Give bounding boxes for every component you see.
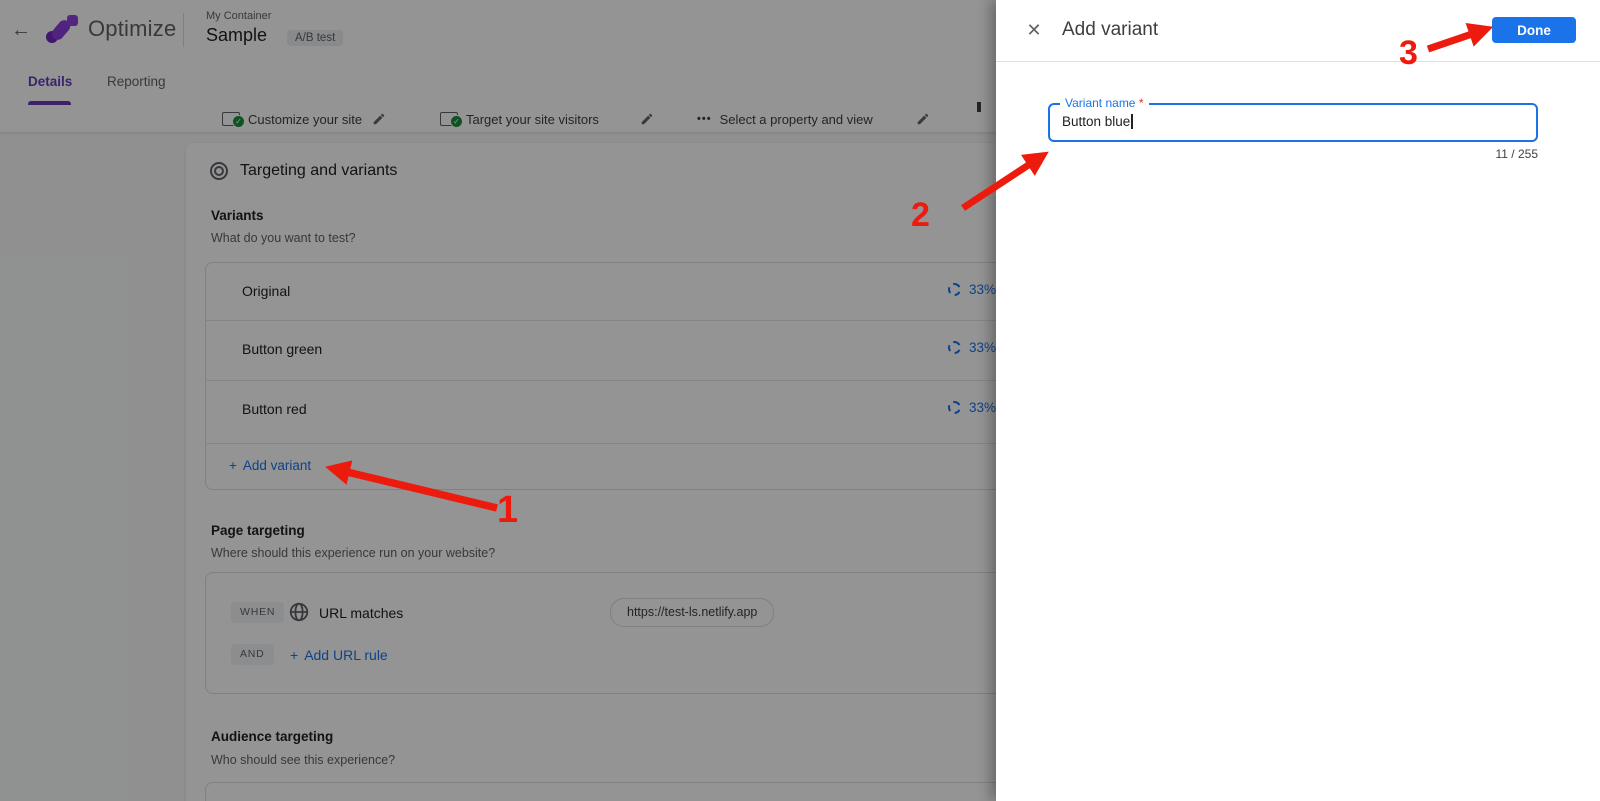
- char-counter: 11 / 255: [1495, 147, 1538, 161]
- panel-header: ✕ Add variant Done: [996, 0, 1600, 62]
- annotation-number-1: 1: [497, 489, 519, 531]
- annotation-number-3: 3: [1399, 34, 1418, 72]
- required-asterisk: *: [1138, 96, 1144, 110]
- add-variant-panel: ✕ Add variant Done Variant name * Button…: [996, 0, 1600, 801]
- variant-name-label: Variant name *: [1060, 96, 1149, 110]
- optimize-app: ← Optimize My Container Sample A/B test …: [0, 0, 1600, 801]
- annotation-number-2: 2: [911, 196, 930, 234]
- close-icon[interactable]: ✕: [1022, 18, 1046, 42]
- text-cursor: [1131, 114, 1133, 129]
- variant-name-value: Button blue: [1062, 114, 1133, 129]
- panel-title: Add variant: [1062, 19, 1159, 40]
- done-button[interactable]: Done: [1492, 17, 1576, 43]
- variant-name-input[interactable]: Variant name * Button blue: [1048, 96, 1538, 142]
